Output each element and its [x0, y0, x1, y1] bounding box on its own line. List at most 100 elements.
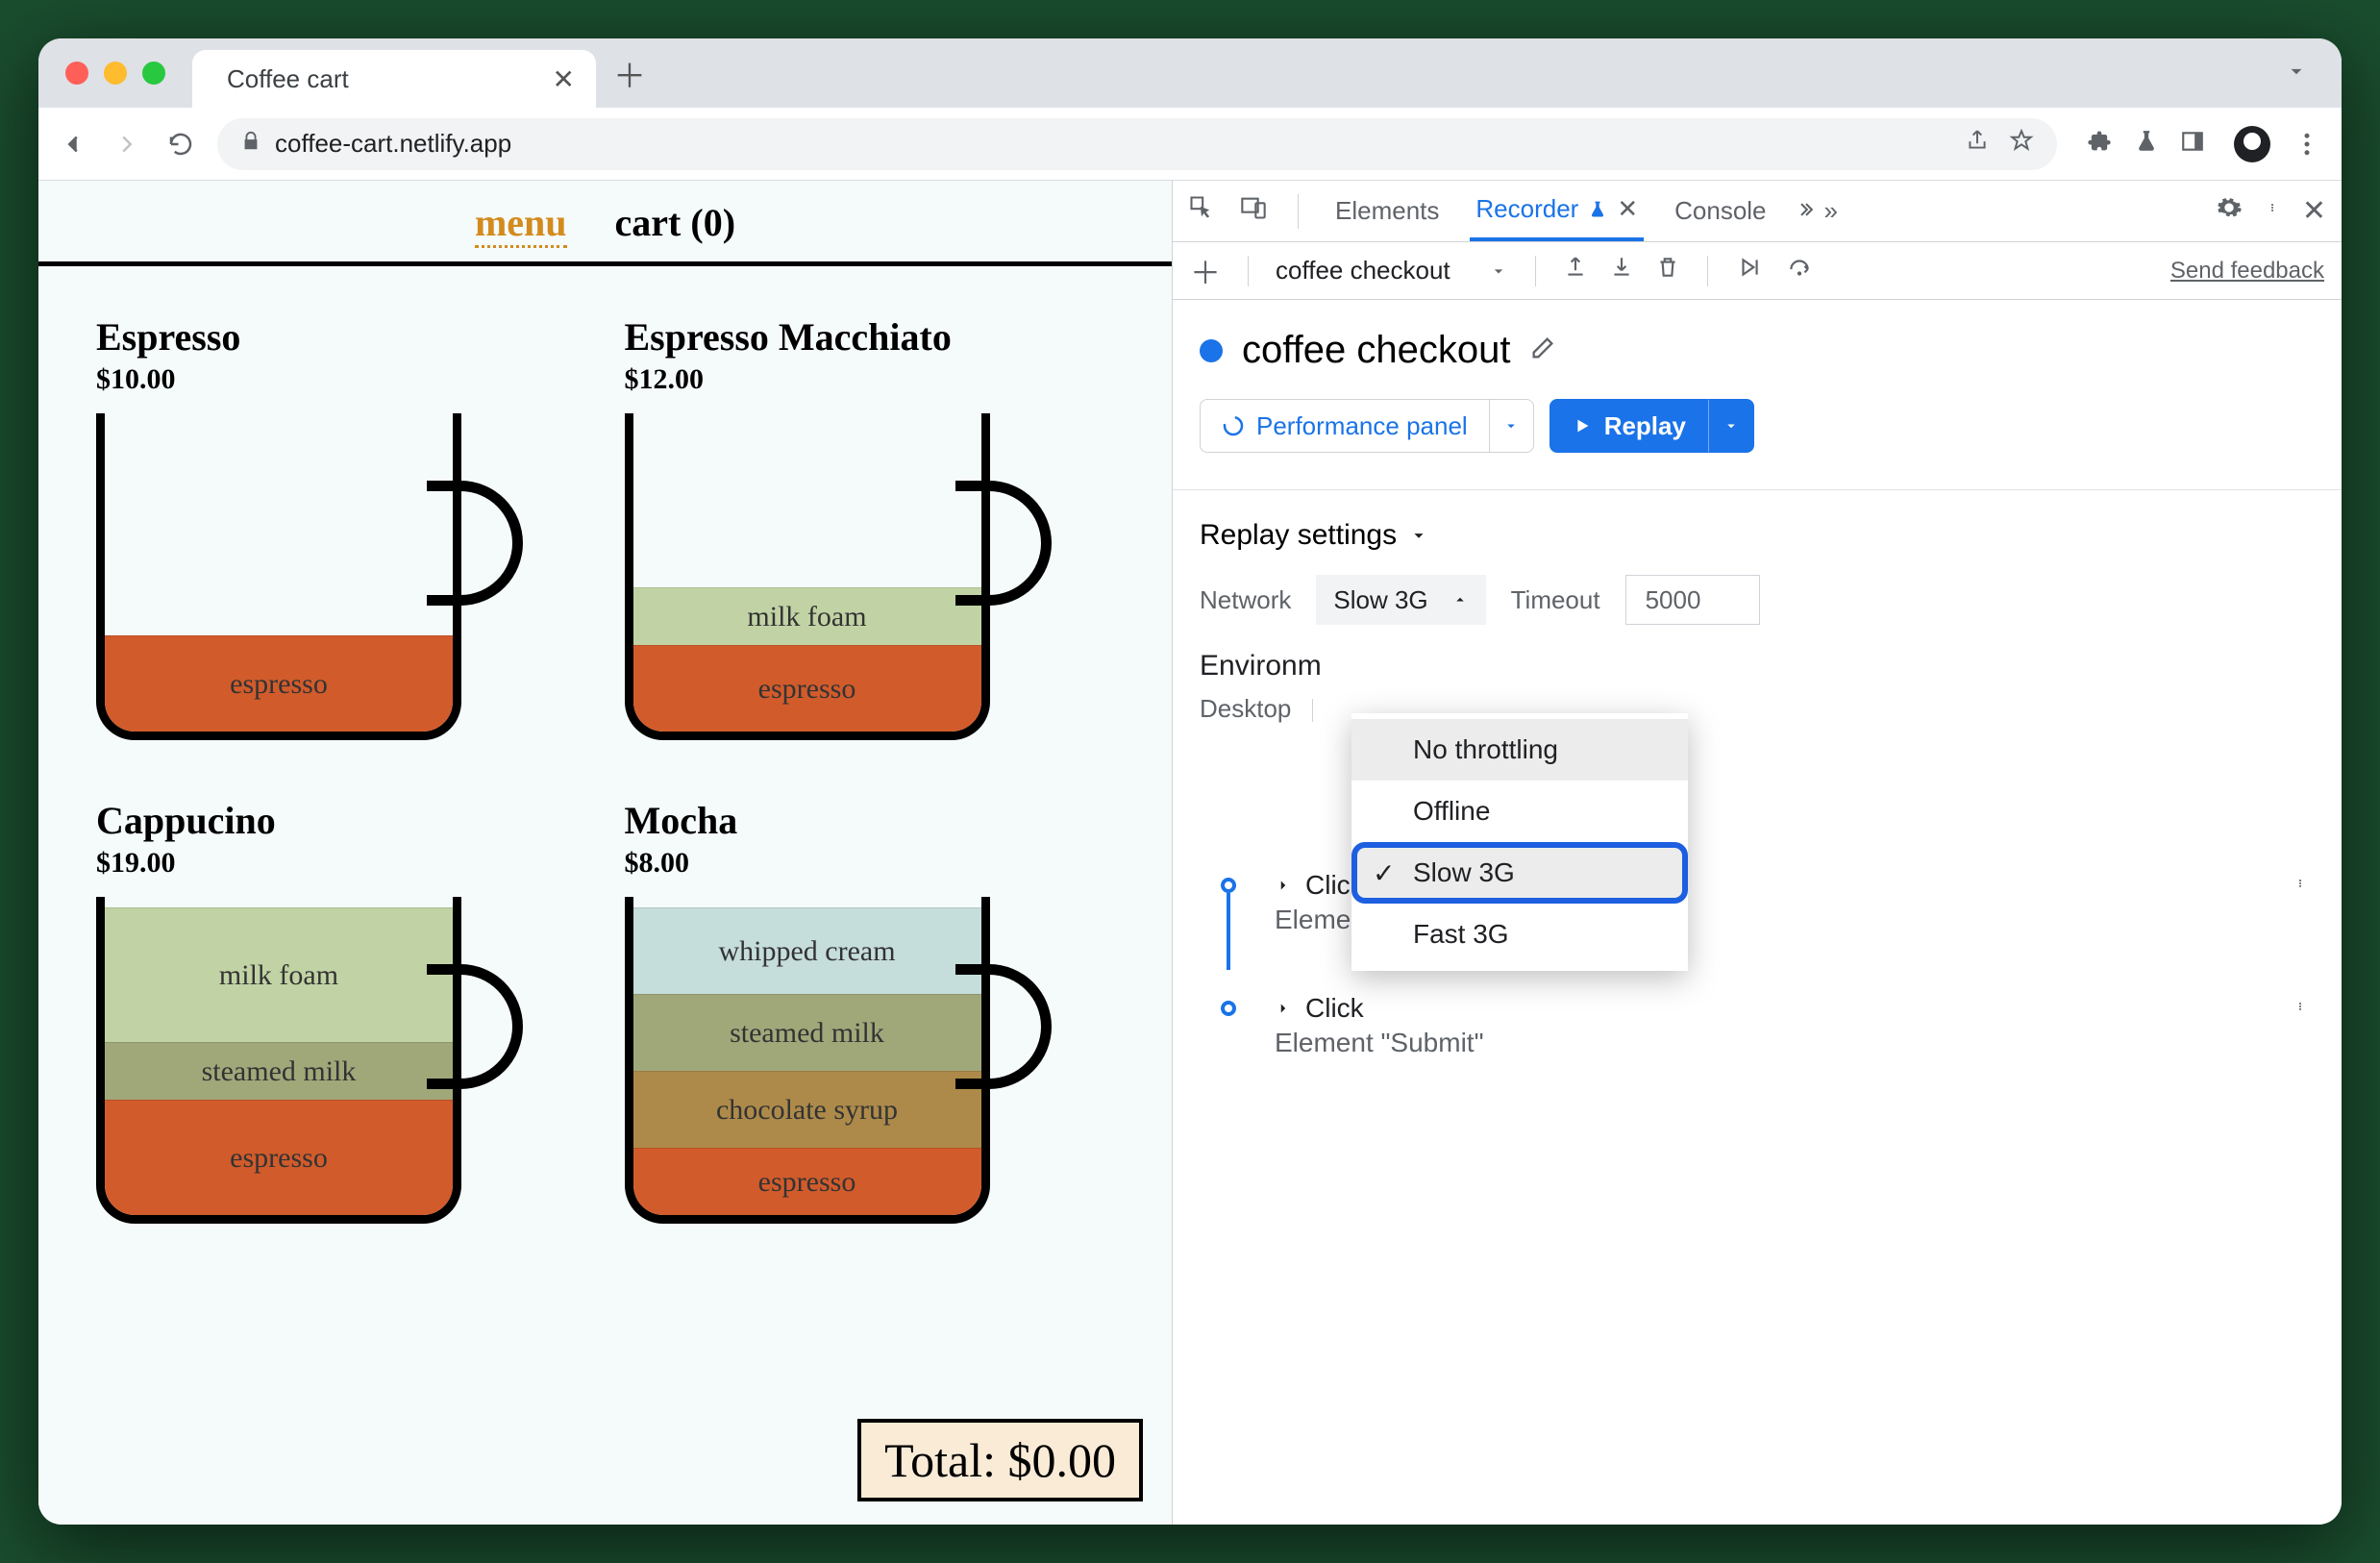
step-menu-button[interactable]	[2295, 993, 2305, 1027]
cup-graphic: whipped creamsteamed milkchocolate syrup…	[625, 897, 1048, 1224]
content-area: menu cart (0) Espresso$10.00espressoEspr…	[38, 181, 2342, 1525]
recorder-body: coffee checkout Performance panel Replay	[1173, 300, 2342, 1525]
new-recording-button[interactable]: ＋	[1190, 249, 1221, 293]
cup-layer: milk foam	[633, 587, 981, 645]
network-option[interactable]: Offline	[1351, 781, 1688, 842]
close-devtools-button[interactable]: ✕	[2302, 194, 2326, 228]
total-box[interactable]: Total: $0.00	[857, 1419, 1143, 1501]
tab-title: Coffee cart	[227, 64, 349, 94]
step-over-icon[interactable]	[1785, 255, 1814, 286]
share-icon[interactable]	[1965, 128, 1990, 160]
step-action: Click	[1305, 993, 1364, 1024]
cup-layer: espresso	[633, 645, 981, 732]
product-card[interactable]: Cappucino $19.00 milk foamsteamed milkespr…	[96, 798, 586, 1224]
delete-icon[interactable]	[1655, 255, 1680, 286]
forward-button[interactable]	[110, 127, 144, 161]
check-icon: ✓	[1373, 857, 1395, 889]
environment-value: Desktop	[1200, 694, 1291, 723]
tab-strip: Coffee cart ✕ ＋	[38, 38, 2342, 108]
export-icon[interactable]	[1563, 255, 1588, 286]
cup-layer: whipped cream	[633, 907, 981, 994]
close-window-button[interactable]	[65, 62, 88, 85]
product-name: Cappucino	[96, 798, 586, 843]
traffic-lights	[65, 62, 165, 85]
profile-avatar[interactable]	[2234, 126, 2270, 162]
tab-elements[interactable]: Elements	[1329, 181, 1445, 241]
settings-icon[interactable]	[2216, 194, 2243, 228]
recording-step[interactable]: Click Element "Submit"	[1200, 981, 2315, 1070]
product-name: Espresso Macchiato	[625, 314, 1115, 360]
network-option[interactable]: Fast 3G	[1351, 904, 1688, 965]
recording-title: coffee checkout	[1242, 329, 1510, 372]
product-grid: Espresso$10.00espressoEspresso Macchiato…	[38, 266, 1172, 1272]
inspect-icon[interactable]	[1188, 194, 1215, 228]
import-icon[interactable]	[1609, 255, 1634, 286]
timeout-label: Timeout	[1511, 585, 1600, 615]
replay-dropdown[interactable]	[1708, 399, 1754, 453]
address-bar[interactable]: coffee-cart.netlify.app	[217, 118, 2057, 170]
replay-settings-heading[interactable]: Replay settings	[1200, 519, 2315, 552]
extension-icons	[2086, 128, 2205, 160]
performance-panel-dropdown[interactable]	[1489, 399, 1534, 453]
product-price: $12.00	[625, 363, 1115, 396]
page-nav: menu cart (0)	[38, 181, 1172, 266]
new-tab-button[interactable]: ＋	[613, 50, 646, 97]
devtools-menu-button[interactable]	[2268, 194, 2277, 228]
network-option[interactable]: No throttling	[1351, 719, 1688, 781]
cup-layer: milk foam	[105, 907, 453, 1042]
recording-select[interactable]: coffee checkout	[1276, 256, 1508, 285]
browser-tab[interactable]: Coffee cart ✕	[192, 50, 596, 108]
send-feedback-link[interactable]: Send feedback	[2170, 258, 2324, 285]
bookmark-icon[interactable]	[2009, 128, 2034, 160]
reload-button[interactable]	[163, 127, 198, 161]
timeout-input[interactable]: 5000	[1625, 575, 1760, 625]
more-tabs-button[interactable]: »	[1797, 196, 1838, 226]
browser-menu-button[interactable]	[2290, 127, 2324, 161]
tab-recorder[interactable]: Recorder ✕	[1470, 181, 1644, 241]
cup-graphic: milk foamsteamed milkespresso	[96, 897, 519, 1224]
product-name: Mocha	[625, 798, 1115, 843]
device-mode-icon[interactable]	[1240, 194, 1267, 228]
extensions-icon[interactable]	[2086, 128, 2113, 160]
product-price: $10.00	[96, 363, 586, 396]
environment-heading: Environm	[1200, 650, 2315, 682]
recorder-toolbar: ＋ coffee checkout Send feedback	[1173, 242, 2342, 300]
network-select[interactable]: Slow 3G	[1316, 575, 1485, 625]
product-card[interactable]: Espresso Macchiato$12.00 milk foamespress…	[625, 314, 1115, 740]
nav-cart-link[interactable]: cart (0)	[615, 200, 735, 248]
browser-window: Coffee cart ✕ ＋ coffee-cart.netlify.app	[38, 38, 2342, 1525]
edit-title-icon[interactable]	[1529, 335, 1556, 366]
cup-layer: steamed milk	[633, 994, 981, 1071]
product-price: $19.00	[96, 847, 586, 880]
back-button[interactable]	[56, 127, 90, 161]
tab-overflow-button[interactable]	[2284, 59, 2309, 88]
product-card[interactable]: Espresso$10.00espresso	[96, 314, 586, 740]
network-option[interactable]: ✓Slow 3G	[1351, 842, 1688, 904]
close-recorder-tab[interactable]: ✕	[1617, 194, 1638, 224]
recording-status-dot	[1200, 339, 1223, 362]
cup-layer: espresso	[105, 635, 453, 732]
side-panel-icon[interactable]	[2180, 129, 2205, 159]
lock-icon	[240, 129, 261, 159]
close-tab-button[interactable]: ✕	[553, 63, 575, 95]
url-text: coffee-cart.netlify.app	[275, 129, 511, 159]
devtools-tabs: Elements Recorder ✕ Console » ✕	[1173, 181, 2342, 242]
network-label: Network	[1200, 585, 1291, 615]
step-target: Element "Submit"	[1275, 1028, 2278, 1058]
cup-graphic: milk foamespresso	[625, 413, 1048, 740]
nav-menu-link[interactable]: menu	[475, 200, 567, 248]
step-play-icon[interactable]	[1735, 255, 1764, 286]
fullscreen-window-button[interactable]	[142, 62, 165, 85]
cup-layer: espresso	[633, 1148, 981, 1215]
performance-panel-button[interactable]: Performance panel	[1200, 399, 1490, 453]
step-menu-button[interactable]	[2295, 870, 2305, 904]
labs-icon[interactable]	[2134, 129, 2159, 159]
tab-console[interactable]: Console	[1669, 181, 1772, 241]
network-dropdown-popup: No throttlingOffline✓Slow 3GFast 3G	[1351, 713, 1688, 971]
cup-graphic: espresso	[96, 413, 519, 740]
cup-layer: espresso	[105, 1100, 453, 1215]
minimize-window-button[interactable]	[104, 62, 127, 85]
webpage: menu cart (0) Espresso$10.00espressoEspr…	[38, 181, 1173, 1525]
replay-button[interactable]: Replay	[1549, 399, 1708, 453]
product-card[interactable]: Mocha$8.00whipped creamsteamed milkchoco…	[625, 798, 1115, 1224]
